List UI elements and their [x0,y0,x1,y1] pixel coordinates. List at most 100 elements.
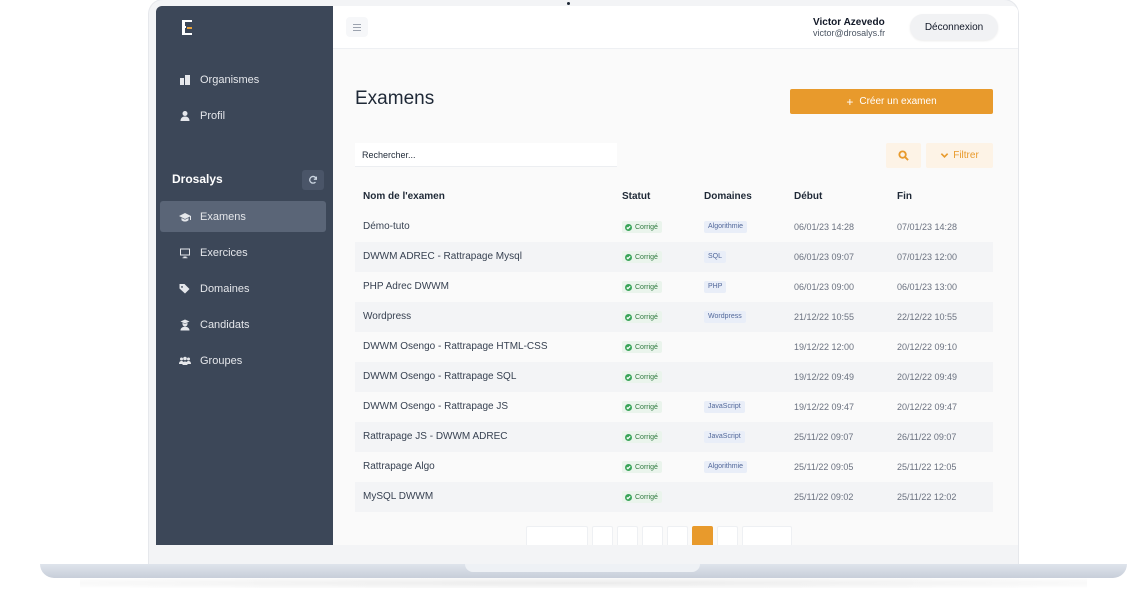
table-row[interactable]: Wordpress Corrigé Wordpress 21/12/22 10:55 2… [355,302,993,332]
pagination-first[interactable] [526,526,588,545]
create-exam-button[interactable]: + Créer un examen [790,89,993,114]
table-body: Démo-tuto Corrigé Algorithmie 06/01/23 14:2… [355,212,993,512]
tags-icon [178,282,192,296]
sidebar-item-domaines[interactable]: Domaines [160,273,326,304]
exam-name[interactable]: DWWM ADREC - Rattrapage Mysql [363,251,522,262]
plus-icon: + [846,94,854,109]
search-button[interactable] [886,143,921,168]
domain-tag: Algorithmie [704,461,748,473]
graduation-cap-icon [178,210,192,224]
sidebar-item-exercices[interactable]: Exercices [160,237,326,268]
pagination-next[interactable] [717,526,738,545]
end-date: 26/11/22 09:07 [897,432,957,442]
sidebar-item-label: Profil [200,109,226,122]
table-row[interactable]: PHP Adrec DWWM Corrigé PHP 06/01/23 09:00 06… [355,272,993,302]
exam-name[interactable]: DWWM Osengo - Rattrapage SQL [363,371,516,382]
exam-name[interactable]: Démo-tuto [363,221,410,232]
start-date: 25/11/22 09:07 [794,432,854,442]
status-label: Corrigé [635,223,658,231]
app-logo[interactable] [180,20,194,36]
domain-tag: SQL [704,251,727,263]
status-badge: Corrigé [622,491,662,503]
pagination [526,526,792,545]
column-header-end[interactable]: Fin [897,191,912,202]
table-row[interactable]: DWWM Osengo - Rattrapage JS Corrigé JavaSc… [355,392,993,422]
end-date: 25/11/22 12:02 [897,492,957,502]
sidebar-item-label: Exercices [200,246,248,259]
search-input[interactable] [355,143,617,167]
pagination-page[interactable] [642,526,663,545]
start-date: 19/12/22 09:47 [794,402,855,412]
table-row[interactable]: DWWM ADREC - Rattrapage Mysql Corrigé SQL 0… [355,242,993,272]
status-label: Corrigé [635,493,658,501]
check-circle-icon [625,313,632,321]
refresh-icon [309,175,317,184]
column-header-status[interactable]: Statut [622,191,650,202]
hamburger-icon [353,23,361,25]
pagination-last[interactable] [742,526,792,545]
user-email: victor@drosalys.fr [813,28,886,38]
sidebar-item-label: Organismes [200,73,260,86]
status-label: Corrigé [635,403,658,411]
logout-button[interactable]: Déconnexion [910,14,998,40]
pagination-page-current[interactable] [692,526,713,545]
exam-name[interactable]: DWWM Osengo - Rattrapage HTML-CSS [363,341,548,352]
create-exam-label: Créer un examen [859,96,937,107]
exam-name[interactable]: PHP Adrec DWWM [363,281,449,292]
menu-toggle-button[interactable] [346,17,368,37]
section-title: Drosalys [172,172,223,186]
sidebar-item-groupes[interactable]: Groupes [160,345,326,376]
sidebar-item-label: Examens [200,210,246,223]
status-badge: Corrigé [622,221,662,233]
status-label: Corrigé [635,253,658,261]
start-date: 19/12/22 09:49 [794,372,855,382]
check-circle-icon [625,373,632,381]
column-header-name[interactable]: Nom de l'examen [363,191,445,202]
status-badge: Corrigé [622,251,662,263]
page-title: Examens [355,88,435,109]
table-row[interactable]: MySQL DWWM Corrigé 25/11/22 09:02 25/11/22 … [355,482,993,512]
status-badge: Corrigé [622,341,662,353]
top-bar: Victor Azevedo victor@drosalys.fr Déconn… [333,6,1018,49]
exam-name[interactable]: MySQL DWWM [363,491,433,502]
table-row[interactable]: Rattrapage Algo Corrigé Algorithmie 25/11/2… [355,452,993,482]
status-label: Corrigé [635,343,658,351]
filter-button[interactable]: Filtrer [926,143,993,168]
column-header-start[interactable]: Début [794,191,822,202]
pagination-page[interactable] [667,526,688,545]
exam-name[interactable]: Wordpress [363,311,411,322]
status-label: Corrigé [635,373,658,381]
monitor-icon [178,246,192,260]
exam-name[interactable]: Rattrapage Algo [363,461,435,472]
exam-name[interactable]: Rattrapage JS - DWWM ADREC [363,431,507,442]
domain-tag: Algorithmie [704,221,748,233]
table-row[interactable]: DWWM Osengo - Rattrapage SQL Corrigé 19/12… [355,362,993,392]
laptop-notch [465,564,700,572]
column-header-domains[interactable]: Domaines [704,191,752,202]
building-icon [178,73,192,87]
check-circle-icon [625,433,632,441]
check-circle-icon [625,343,632,351]
exam-name[interactable]: DWWM Osengo - Rattrapage JS [363,401,508,412]
sidebar-item-examens[interactable]: Examens [160,201,326,232]
check-circle-icon [625,403,632,411]
check-circle-icon [625,463,632,471]
status-badge: Corrigé [622,401,662,413]
end-date: 20/12/22 09:49 [897,372,958,382]
sidebar-item-profil[interactable]: Profil [160,100,326,131]
pagination-page[interactable] [617,526,638,545]
refresh-button[interactable] [302,170,324,190]
sidebar-item-label: Candidats [200,318,250,331]
table-row[interactable]: DWWM Osengo - Rattrapage HTML-CSS Corrigé… [355,332,993,362]
table-row[interactable]: Rattrapage JS - DWWM ADREC Corrigé JavaScr… [355,422,993,452]
domain-tag: Wordpress [704,311,746,323]
end-date: 22/12/22 10:55 [897,312,958,322]
start-date: 06/01/23 14:28 [794,222,855,232]
sidebar-item-candidats[interactable]: Candidats [160,309,326,340]
sidebar: Organismes Profil Drosalys Examens Exerc… [156,6,333,545]
pagination-prev[interactable] [592,526,613,545]
sidebar-item-organismes[interactable]: Organismes [160,64,326,95]
status-badge: Corrigé [622,431,662,443]
table-row[interactable]: Démo-tuto Corrigé Algorithmie 06/01/23 14:2… [355,212,993,242]
end-date: 07/01/23 14:28 [897,222,958,232]
